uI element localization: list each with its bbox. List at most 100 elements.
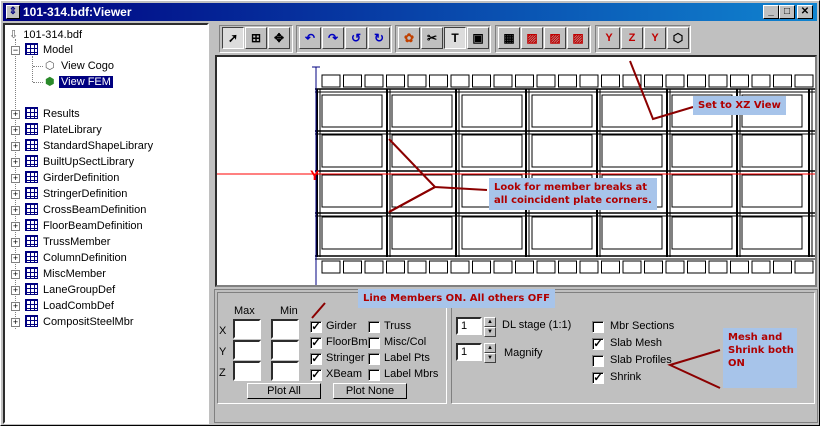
tree-item[interactable]: Results [25, 106, 82, 122]
member-checkbox[interactable]: ✓ [310, 337, 322, 349]
slab-plate [461, 216, 523, 250]
tree-expander[interactable]: + [11, 318, 20, 327]
table-icon [25, 107, 38, 119]
max-label: Max [234, 305, 255, 317]
y-min-field[interactable] [271, 340, 299, 360]
zoom-window-tool[interactable]: ⊞ [245, 27, 267, 49]
magnify-field[interactable]: 1 [456, 343, 482, 361]
plot-none-button[interactable]: Plot None [333, 383, 407, 399]
tree-root[interactable]: ⇩ 101-314.bdf [9, 27, 84, 43]
tree-expander[interactable]: + [11, 270, 20, 279]
tree-item[interactable]: TrussMember [25, 234, 112, 250]
grid-tool[interactable]: ▦ [498, 27, 520, 49]
slab-plate [391, 216, 453, 250]
member-checkbox[interactable] [368, 321, 380, 333]
member-checkbox[interactable]: ✓ [310, 353, 322, 365]
tree-expander[interactable]: + [11, 286, 20, 295]
slab-plate [321, 94, 383, 128]
member-checkbox[interactable] [368, 369, 380, 381]
close-button[interactable]: ✕ [797, 5, 813, 19]
dl-stage-field[interactable]: 1 [456, 317, 482, 335]
flange-box-bottom [450, 260, 470, 274]
tree-item[interactable]: ColumnDefinition [25, 250, 129, 266]
tree-item-label: StringerDefinition [43, 188, 128, 200]
magnify-spinner[interactable]: ▲ ▼ [484, 343, 496, 363]
tree-expander-model[interactable]: − [11, 46, 20, 55]
plot-all-button[interactable]: Plot All [247, 383, 321, 399]
display-option-checkbox[interactable]: ✓ [592, 372, 604, 384]
tree-item-view-fem[interactable]: ⬢ View FEM [45, 74, 113, 90]
flange-box-top [472, 74, 491, 88]
minimize-button[interactable]: _ [763, 5, 779, 19]
tree-item-label: ColumnDefinition [43, 252, 127, 264]
view-xz-tool[interactable]: ▨ [567, 27, 589, 49]
app-icon[interactable]: ⇕ [6, 5, 20, 19]
member-checkbox[interactable]: ✓ [310, 321, 322, 333]
tree-expander[interactable]: + [11, 190, 20, 199]
axis-zx-tool[interactable]: Z [621, 27, 643, 49]
z-min-field[interactable] [271, 361, 299, 381]
slab-plate [741, 134, 803, 168]
axis-yz-tool[interactable]: Y [644, 27, 666, 49]
view-xy-tool[interactable]: ▨ [521, 27, 543, 49]
tree-expander[interactable]: + [11, 174, 20, 183]
tree-item[interactable]: MiscMember [25, 266, 108, 282]
tree-expander[interactable]: + [11, 206, 20, 215]
flange-box-top [579, 74, 599, 88]
member-checkbox-label: Label Mbrs [384, 368, 439, 380]
display-option-checkbox[interactable]: ✓ [592, 338, 604, 350]
color-tool[interactable]: ✿ [398, 27, 420, 49]
tree-item[interactable]: LoadCombDef [25, 298, 116, 314]
render-tool[interactable]: ▣ [467, 27, 489, 49]
y-max-field[interactable] [233, 340, 261, 360]
member-checkbox[interactable] [368, 337, 380, 349]
tree-expander[interactable]: + [11, 238, 20, 247]
tree-expander[interactable]: + [11, 254, 20, 263]
title-bar[interactable]: ⇕ 101-314.bdf:Viewer _ □ ✕ [3, 3, 817, 21]
text-tool[interactable]: T [444, 27, 466, 49]
tree-item[interactable]: FloorBeamDefinition [25, 218, 145, 234]
tree-item[interactable]: BuiltUpSectLibrary [25, 154, 136, 170]
rotate-z-tool[interactable]: ↺ [345, 27, 367, 49]
flange-box-bottom [601, 260, 620, 274]
rotate-y-tool[interactable]: ↷ [322, 27, 344, 49]
dl-stage-spinner[interactable]: ▲ ▼ [484, 317, 496, 337]
x-min-field[interactable] [271, 319, 299, 339]
slab-plate [601, 134, 663, 168]
axis-yx-tool[interactable]: Y [598, 27, 620, 49]
tree-expander[interactable]: + [11, 302, 20, 311]
flange-box-bottom [794, 260, 814, 274]
tree-expander[interactable]: + [11, 222, 20, 231]
tree-item[interactable]: StandardShapeLibrary [25, 138, 155, 154]
member-checkbox[interactable] [368, 353, 380, 365]
display-option-checkbox[interactable] [592, 355, 604, 367]
fem-canvas[interactable]: Y Set to XZ View Look for member breaks … [215, 55, 817, 287]
tree-item[interactable]: LaneGroupDef [25, 282, 117, 298]
tree-expander[interactable]: + [11, 142, 20, 151]
member-checkbox[interactable]: ✓ [310, 369, 322, 381]
pin-tool[interactable]: ✂ [421, 27, 443, 49]
maximize-button[interactable]: □ [779, 5, 795, 19]
tree-expander[interactable]: + [11, 110, 20, 119]
flange-box-top [450, 74, 470, 88]
tree-item[interactable]: CrossBeamDefinition [25, 202, 148, 218]
slab-plate [601, 94, 663, 128]
tree-expander[interactable]: + [11, 126, 20, 135]
z-max-field[interactable] [233, 361, 261, 381]
model-tree[interactable]: ⇩ 101-314.bdf − Model ⬡ View Cogo ⬢ View F… [3, 23, 209, 424]
iso-tool[interactable]: ⬡ [667, 27, 689, 49]
tree-item[interactable]: CompositSteelMbr [25, 314, 135, 330]
rotate-x-tool[interactable]: ↶ [299, 27, 321, 49]
x-max-field[interactable] [233, 319, 261, 339]
tree-item-view-cogo[interactable]: ⬡ View Cogo [45, 58, 116, 74]
tree-item[interactable]: GirderDefinition [25, 170, 121, 186]
tree-item[interactable]: StringerDefinition [25, 186, 129, 202]
display-option-checkbox[interactable] [592, 321, 604, 333]
flange-box-top [601, 74, 620, 88]
pan-tool[interactable]: ✥ [268, 27, 290, 49]
rotate-free-tool[interactable]: ↻ [368, 27, 390, 49]
pointer-tool[interactable]: ➚ [222, 27, 244, 49]
tree-item[interactable]: PlateLibrary [25, 122, 104, 138]
view-yz-tool[interactable]: ▨ [544, 27, 566, 49]
tree-expander[interactable]: + [11, 158, 20, 167]
